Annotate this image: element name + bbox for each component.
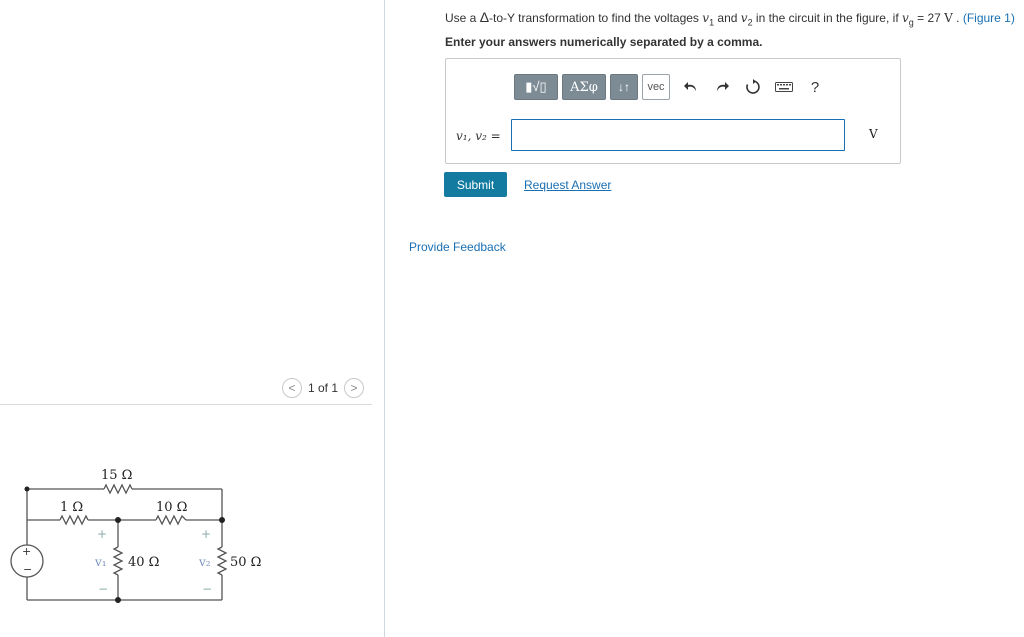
source-minus-label: − xyxy=(23,563,32,576)
submit-button[interactable]: Submit xyxy=(444,172,507,197)
answer-instruction: Enter your answers numerically separated… xyxy=(445,35,763,49)
arrows-icon: ↓↑ xyxy=(618,80,630,94)
question-and: and xyxy=(714,11,741,25)
next-figure-button[interactable]: > xyxy=(344,378,365,398)
previous-figure-button[interactable]: < xyxy=(282,378,302,398)
answer-input[interactable] xyxy=(511,119,845,151)
v1-label: v₁ xyxy=(94,555,107,569)
answer-unit: V xyxy=(869,127,878,141)
resistor-1-label: 1 Ω xyxy=(60,500,83,515)
redo-icon[interactable] xyxy=(708,74,736,100)
resistor-40-label: 40 Ω xyxy=(128,555,159,570)
equals-sign: = xyxy=(486,129,501,143)
resistor-15-label: 15 Ω xyxy=(101,468,132,483)
reset-icon[interactable] xyxy=(739,74,767,100)
question-dot: . xyxy=(952,11,963,25)
help-button[interactable]: ? xyxy=(801,74,829,100)
vg-value: = 27 xyxy=(913,11,945,25)
undo-icon[interactable] xyxy=(677,74,705,100)
v2-minus-label: − xyxy=(202,582,212,596)
greek-symbols-button[interactable]: ΑΣφ xyxy=(562,74,606,100)
provide-feedback-link[interactable]: Provide Feedback xyxy=(409,240,506,254)
delta-symbol: Δ xyxy=(479,9,490,25)
answer-box: ▮√▯ ΑΣφ ↓↑ vec ? v₁, v₂ = V xyxy=(445,58,901,164)
resistor-10-label: 10 Ω xyxy=(156,500,187,515)
question-text: Use a Δ-to-Y transformation to find the … xyxy=(445,9,1015,27)
variables-text: v₁, v₂ xyxy=(456,129,487,143)
question-mid: -to-Y transformation to find the voltage… xyxy=(489,11,703,25)
v1-minus-label: − xyxy=(98,582,108,596)
greek-label: ΑΣφ xyxy=(570,79,598,95)
vg-unit: V xyxy=(944,11,953,25)
question-pane: Use a Δ-to-Y transformation to find the … xyxy=(385,0,1024,637)
math-toolbar: ▮√▯ ΑΣφ ↓↑ vec ? xyxy=(514,73,829,101)
question-prefix: Use a xyxy=(445,11,480,25)
source-plus-label: + xyxy=(22,545,31,558)
subscript-superscript-button[interactable]: ↓↑ xyxy=(610,74,638,100)
templates-button[interactable]: ▮√▯ xyxy=(514,74,558,100)
v2-symbol: v xyxy=(740,11,748,25)
request-answer-link[interactable]: Request Answer xyxy=(524,178,611,192)
figure-pager: < 1 of 1 > xyxy=(282,377,365,399)
answer-variable-label: v₁, v₂ = xyxy=(456,129,501,143)
v2-plus-label: + xyxy=(201,527,211,541)
question-mid2: in the circuit in the figure, if xyxy=(752,11,902,25)
vg-symbol: v xyxy=(901,11,909,25)
figure-link[interactable]: (Figure 1) xyxy=(963,11,1015,25)
vec-label: vec xyxy=(647,81,665,93)
figure-pane: < 1 of 1 > + − 15 Ω 1 Ω 10 Ω 40 Ω 50 Ω +… xyxy=(0,0,384,637)
resistor-50-label: 50 Ω xyxy=(230,555,261,570)
v2-label: v₂ xyxy=(198,555,211,569)
keyboard-icon[interactable] xyxy=(770,74,798,100)
vector-button[interactable]: vec xyxy=(642,74,670,100)
v1-plus-label: + xyxy=(97,527,107,541)
circuit-diagram: + − 15 Ω 1 Ω 10 Ω 40 Ω 50 Ω + v₁ − + v₂ … xyxy=(10,468,261,603)
templates-icon: ▮√▯ xyxy=(525,79,547,94)
figure-page-counter: 1 of 1 xyxy=(308,381,339,395)
figure-divider xyxy=(0,404,372,405)
